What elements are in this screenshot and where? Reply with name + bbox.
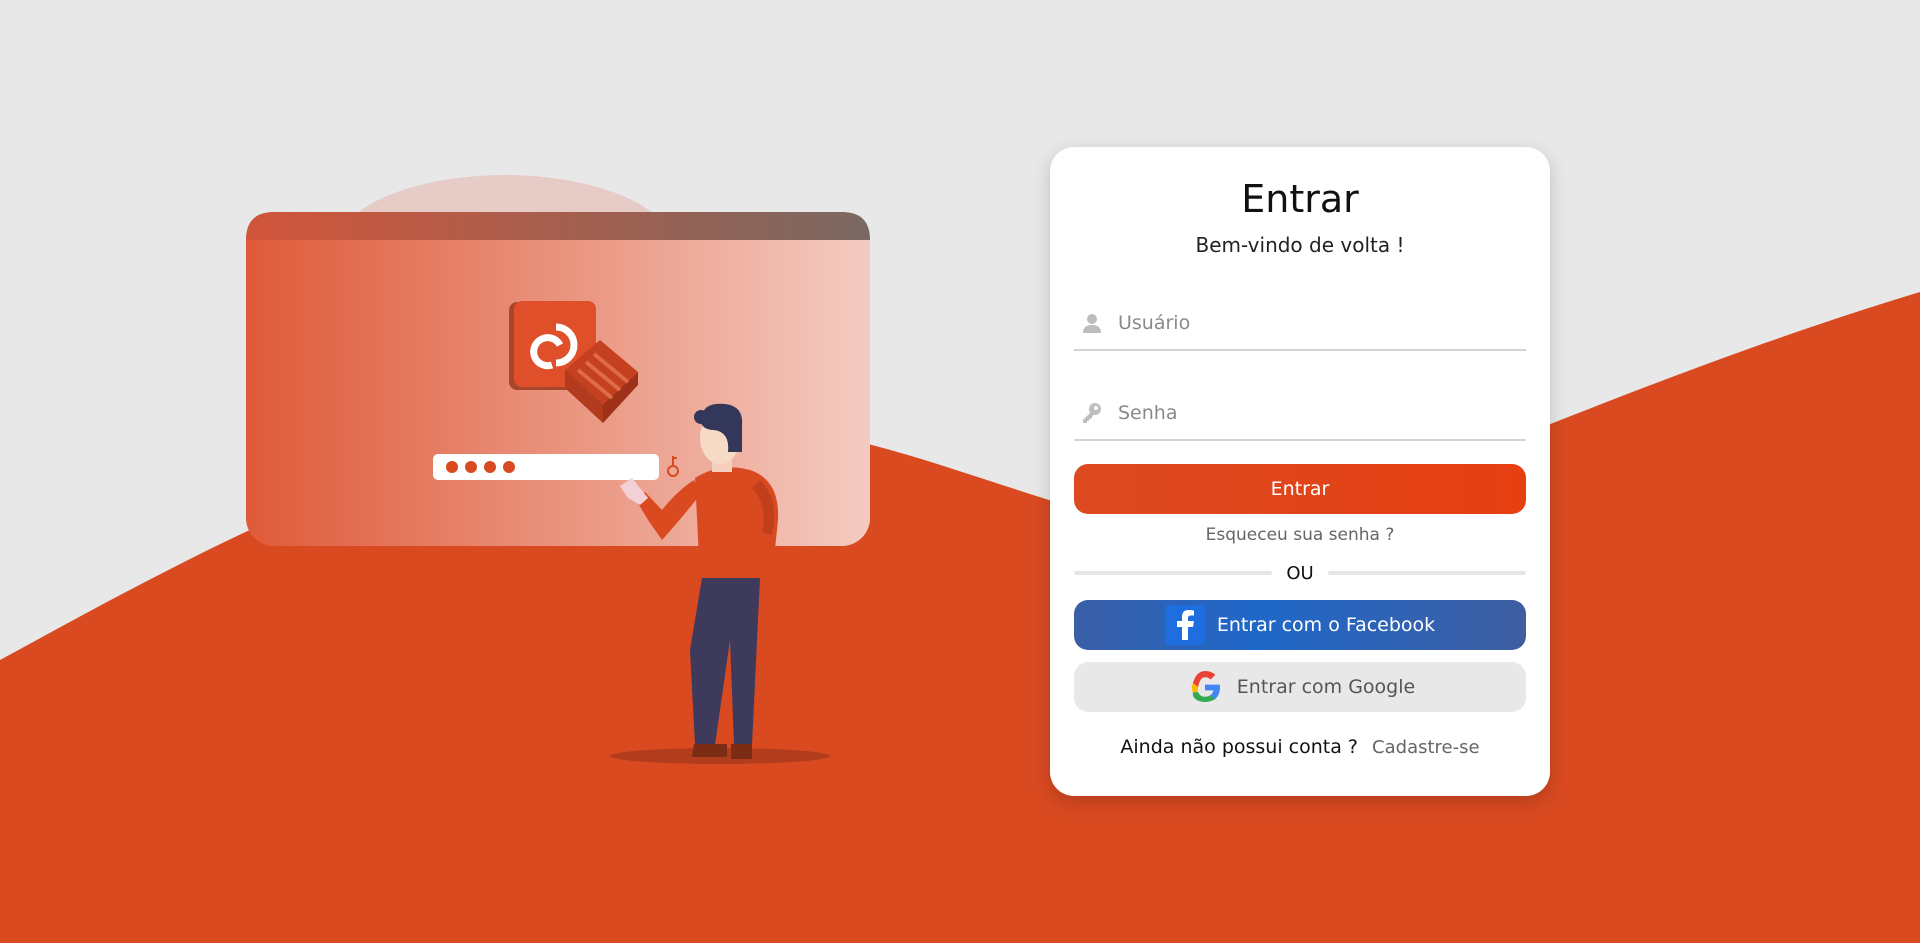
google-login-label: Entrar com Google	[1236, 676, 1416, 698]
user-icon	[1078, 309, 1106, 337]
signup-link[interactable]: Cadastre-se	[1372, 737, 1480, 758]
google-icon	[1185, 667, 1225, 707]
login-page: Entrar Bem-vindo de volta ! Entrar	[0, 0, 1920, 943]
login-illustration	[246, 175, 870, 764]
password-field	[1074, 387, 1526, 441]
welcome-subtitle: Bem-vindo de volta !	[1195, 233, 1405, 257]
or-divider: OU	[1074, 561, 1526, 585]
signup-prompt: Ainda não possui conta ?	[1120, 736, 1358, 758]
key-icon	[1078, 399, 1106, 427]
password-input[interactable]	[1118, 393, 1498, 433]
divider-label: OU	[1286, 562, 1314, 584]
login-card: Entrar Bem-vindo de volta ! Entrar	[1050, 147, 1550, 796]
facebook-login-label: Entrar com o Facebook	[1216, 614, 1436, 636]
signup-row: Ainda não possui conta ? Cadastre-se	[1050, 736, 1550, 758]
divider-line-left	[1074, 571, 1273, 575]
username-input[interactable]	[1118, 303, 1498, 343]
login-button[interactable]: Entrar	[1074, 464, 1526, 514]
google-login-button[interactable]: Entrar com Google	[1074, 662, 1526, 712]
facebook-icon	[1164, 605, 1205, 645]
divider-line-right	[1327, 571, 1526, 575]
browser-titlebar	[246, 212, 870, 240]
facebook-login-button[interactable]: Entrar com o Facebook	[1074, 600, 1526, 650]
page-title: Entrar	[1241, 177, 1359, 221]
username-field	[1074, 297, 1526, 351]
forgot-password-link[interactable]: Esqueceu sua senha ?	[1050, 525, 1550, 545]
